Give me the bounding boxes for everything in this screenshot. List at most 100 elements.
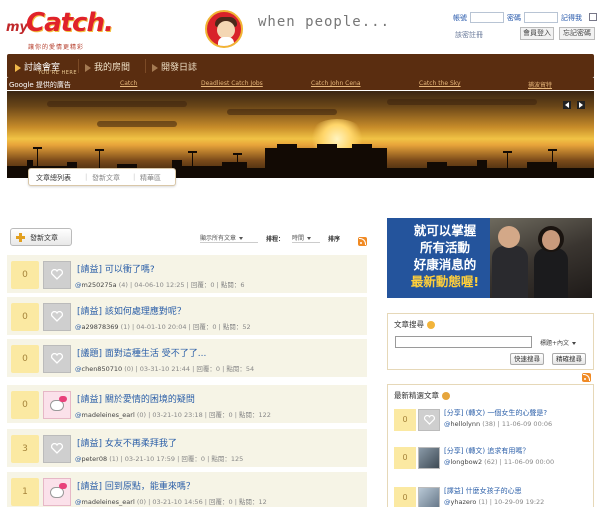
nav-divider <box>145 59 146 73</box>
order-label[interactable]: 排序 <box>328 234 340 243</box>
logo-wordmark: Catch. <box>26 8 114 38</box>
search-scope-select[interactable]: 標題+內文 <box>540 338 577 347</box>
post-meta: @m250275a (4) | 04-06-10 12:25 | 回覆：0 | … <box>75 281 245 289</box>
featured-item[interactable]: 0 [分享] (轉文) 一個女生的心聲是? @hellolynn (38) | … <box>388 405 593 437</box>
heart-icon <box>424 415 435 425</box>
account-input[interactable] <box>470 12 504 23</box>
featured-meta: @yhazero (1) | 10-29-09 19:22 <box>444 498 545 506</box>
post-replies: 回覆：0 <box>190 281 215 289</box>
featured-time: 11-06-09 00:00 <box>503 458 555 466</box>
register-link[interactable]: 該密註冊 <box>455 30 483 40</box>
sort-label: 排程： <box>266 236 285 243</box>
author-score: (4) <box>118 281 128 289</box>
triangle-right-icon <box>579 102 583 108</box>
post-row[interactable]: 1 [請益] 回到原點，能重來嗎？ @madeleines_earl (0) |… <box>7 472 367 507</box>
tab-all-posts[interactable]: 文章總列表 <box>36 173 71 183</box>
post-time: 03-21-10 23:18 <box>152 411 203 419</box>
advanced-search-button[interactable]: 精確搜尋 <box>552 353 586 365</box>
post-author[interactable]: peter08 <box>82 455 108 463</box>
post-row[interactable]: 0 [請益] 可以衝了嗎? @m250275a (4) | 04-06-10 1… <box>7 255 367 293</box>
rss-icon[interactable] <box>358 237 367 246</box>
post-row[interactable]: 0 [請益] 關於愛情的困境的疑問 @madeleines_earl (0) |… <box>7 385 367 423</box>
post-title[interactable]: [議題] 面對這種生活 受不了了... <box>77 346 206 359</box>
ad-link[interactable]: Catch the Sky <box>419 80 461 87</box>
ad-link[interactable]: Catch John Cena <box>311 80 361 87</box>
post-author[interactable]: chen850710 <box>82 365 123 373</box>
avatar <box>43 261 71 289</box>
post-title[interactable]: [請益] 該如何處理應對呢？ <box>77 304 186 317</box>
featured-title[interactable]: [分享] (轉文) 追求有用嗎？ <box>444 446 529 456</box>
featured-author[interactable]: longbow2 <box>451 458 483 466</box>
rss-icon[interactable] <box>582 373 591 382</box>
ad-link[interactable]: Deadliest Catch Jobs <box>201 80 263 87</box>
avatar <box>43 391 71 419</box>
reply-count-badge: 3 <box>11 435 39 463</box>
tab-new-post[interactable]: 發新文章 <box>92 173 120 183</box>
cloud <box>227 109 337 115</box>
member-login-button[interactable]: 會員登入 <box>520 27 554 40</box>
nav-item-my-room[interactable]: 我的房間 <box>85 60 130 73</box>
featured-item[interactable]: 0 [分享] (轉文) 追求有用嗎？ @longbow2 (62) | 11-0… <box>388 443 593 475</box>
banner-prev-button[interactable] <box>563 101 571 109</box>
bow-icon <box>59 483 67 489</box>
caret-down-icon <box>239 237 244 240</box>
post-title[interactable]: [請益] 回到原點，能重來嗎？ <box>77 479 195 492</box>
new-post-button[interactable]: 發新文章 <box>10 228 72 246</box>
author-score: (1) <box>120 323 130 331</box>
post-author[interactable]: madeleines_earl <box>82 411 135 419</box>
nav-divider <box>78 59 79 73</box>
featured-meta: @hellolynn (38) | 11-06-09 00:06 <box>444 420 553 428</box>
ad-link[interactable]: 捕波貿特 <box>528 80 552 89</box>
banner-next-button[interactable] <box>577 101 585 109</box>
site-logo[interactable]: my Catch. 讓你的愛情更精彩 <box>6 8 126 52</box>
featured-title-text: 最新精選文章 <box>394 391 439 400</box>
featured-meta: @longbow2 (62) | 11-06-09 00:00 <box>444 458 555 466</box>
promo-banner[interactable]: 就可以掌握 所有活動 好康消息的 最新動態喔! <box>387 218 592 298</box>
remember-checkbox[interactable] <box>589 13 597 21</box>
featured-author[interactable]: yhazero <box>451 498 477 506</box>
post-replies: 回覆：0 <box>181 455 206 463</box>
reply-count-badge: 0 <box>11 345 39 373</box>
post-title[interactable]: [請益] 關於愛情的困境的疑問 <box>77 392 195 405</box>
avatar <box>43 478 71 506</box>
post-replies: 回覆：0 <box>196 365 221 373</box>
search-input[interactable] <box>395 336 532 348</box>
avatar <box>418 409 440 431</box>
ad-link[interactable]: Catch <box>120 80 137 87</box>
post-row[interactable]: 0 [請益] 該如何處理應對呢？ @a29878369 (1) | 04-01-… <box>7 297 367 335</box>
featured-title[interactable]: [譯益] 什麼女孩子的心思 <box>444 486 522 496</box>
nav-item-dev-log[interactable]: 開發日誌 <box>152 60 197 73</box>
remember-label: 記得我 <box>561 14 582 22</box>
post-replies: 回覆：0 <box>209 498 233 506</box>
cloud <box>97 121 177 127</box>
quick-search-button[interactable]: 快速搜尋 <box>510 353 544 365</box>
post-title[interactable]: [請益] 可以衝了嗎? <box>77 262 155 275</box>
post-title[interactable]: [請益] 女友不再柔拜我了 <box>77 436 177 449</box>
featured-time: 11-06-09 00:06 <box>501 420 553 428</box>
featured-item[interactable]: 0 [譯益] 什麼女孩子的心思 @yhazero (1) | 10-29-09 … <box>388 483 593 507</box>
post-views: 點閱：122 <box>239 411 271 419</box>
author-score: (0) <box>136 498 147 506</box>
post-replies: 回覆：0 <box>209 411 233 419</box>
promo-text: 就可以掌握 所有活動 好康消息的 最新動態喔! <box>395 222 495 290</box>
post-author[interactable]: madeleines_earl <box>82 498 135 506</box>
arrow-icon <box>152 63 158 72</box>
post-views: 點閱：12 <box>239 498 267 506</box>
tab-featured[interactable]: 精華區 <box>140 173 161 183</box>
featured-title[interactable]: [分享] (轉文) 一個女生的心聲是? <box>444 408 547 418</box>
post-author[interactable]: m250275a <box>82 281 117 289</box>
forgot-password-button[interactable]: 忘記密碼 <box>559 27 595 40</box>
sort-select[interactable]: 時間 <box>292 233 320 243</box>
password-input[interactable] <box>524 12 558 23</box>
author-score: (1) <box>478 498 488 506</box>
search-panel-title: 文章搜尋 <box>394 319 435 330</box>
author-score: (0) <box>136 411 147 419</box>
featured-author[interactable]: hellolynn <box>451 420 481 428</box>
post-row[interactable]: 0 [議題] 面對這種生活 受不了了... @chen850710 (0) | … <box>7 339 367 377</box>
post-time: 04-01-10 20:04 <box>136 323 187 331</box>
post-meta: @madeleines_earl (0) | 03-21-10 23:18 | … <box>75 411 271 419</box>
post-author[interactable]: a29878369 <box>82 323 119 331</box>
promo-line: 好康消息的 <box>413 257 477 272</box>
filter-select[interactable]: 顯示所有文章 <box>200 233 258 243</box>
post-row[interactable]: 3 [請益] 女友不再柔拜我了 @peter08 (1) | 03-21-10 … <box>7 429 367 467</box>
